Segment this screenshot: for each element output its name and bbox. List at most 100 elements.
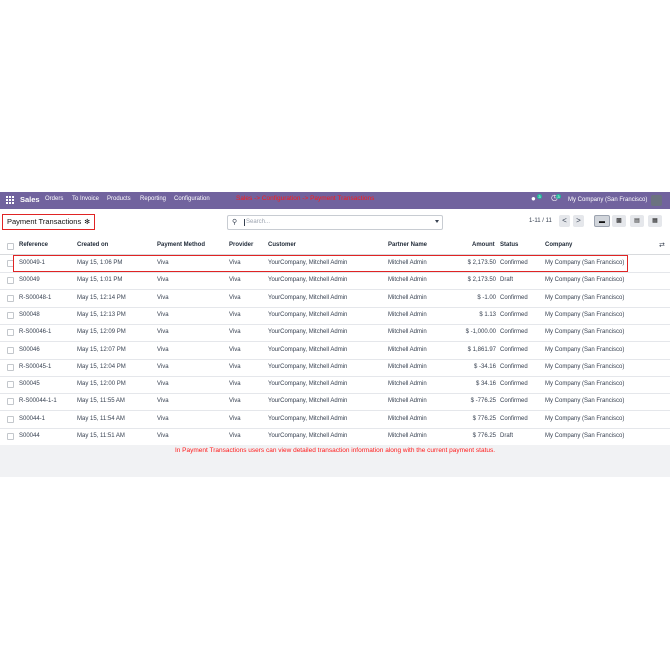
company-switcher[interactable]: My Company (San Francisco) bbox=[568, 197, 647, 203]
cell-partner-name: Mitchell Admin bbox=[388, 415, 427, 422]
row-checkbox[interactable] bbox=[7, 433, 14, 440]
table-row[interactable]: R-S00046-1 May 15, 12:09 PM Viva Viva YourCo… bbox=[0, 324, 670, 343]
menu-configuration[interactable]: Configuration bbox=[174, 196, 210, 202]
page-title: Payment Transactions bbox=[7, 217, 82, 226]
row-checkbox[interactable] bbox=[7, 277, 14, 285]
cell-company: My Company (San Francisco) bbox=[545, 294, 625, 301]
cell-provider: Viva bbox=[229, 398, 241, 405]
cell-partner-name: Mitchell Admin bbox=[388, 346, 427, 353]
cell-partner-name: Mitchell Admin bbox=[388, 294, 427, 301]
graph-view-icon[interactable]: ▤ bbox=[630, 215, 644, 227]
row-checkbox[interactable] bbox=[7, 415, 14, 423]
cell-company: My Company (San Francisco) bbox=[545, 329, 625, 336]
cell-status: Confirmed bbox=[500, 294, 528, 301]
cell-partner-name: Mitchell Admin bbox=[388, 329, 427, 336]
cell-created-on: May 15, 12:00 PM bbox=[77, 381, 126, 388]
cell-amount: $ 1.13 bbox=[479, 311, 496, 318]
pager-next-button[interactable]: > bbox=[573, 215, 584, 227]
col-reference[interactable]: Reference bbox=[19, 242, 48, 248]
cell-partner-name: Mitchell Admin bbox=[388, 363, 427, 370]
chat-icon[interactable]: ● bbox=[531, 194, 536, 203]
menu-products[interactable]: Products bbox=[107, 196, 131, 202]
table-row[interactable]: S00046 May 15, 12:07 PM Viva Viva YourCompan… bbox=[0, 342, 670, 360]
cell-amount: $ 776.25 bbox=[472, 415, 496, 422]
row-checkbox[interactable] bbox=[7, 398, 14, 406]
cell-provider: Viva bbox=[229, 415, 241, 422]
col-customer[interactable]: Customer bbox=[268, 242, 296, 248]
cell-payment-method: Viva bbox=[157, 363, 169, 370]
menu-reporting[interactable]: Reporting bbox=[140, 196, 166, 202]
cell-provider: Viva bbox=[229, 381, 241, 388]
col-created-on[interactable]: Created on bbox=[77, 242, 108, 248]
row-checkbox[interactable] bbox=[7, 363, 14, 371]
row-checkbox[interactable] bbox=[7, 329, 14, 337]
cell-amount: $ -1.00 bbox=[477, 294, 496, 301]
cell-customer: YourCompany, Mitchell Admin bbox=[268, 329, 348, 336]
col-payment-method[interactable]: Payment Method bbox=[157, 242, 205, 248]
menu-to-invoice[interactable]: To Invoice bbox=[72, 196, 99, 202]
cell-reference: R-S00046-1 bbox=[19, 329, 52, 336]
cell-company: My Company (San Francisco) bbox=[545, 277, 625, 284]
gear-icon[interactable]: ✻ bbox=[84, 219, 90, 226]
table-row[interactable]: S00045 May 15, 12:00 PM Viva Viva YourCompan… bbox=[0, 376, 670, 395]
table-row[interactable]: S00044-1 May 15, 11:54 AM Viva Viva YourComp… bbox=[0, 411, 670, 429]
table-row[interactable]: R-S00045-1 May 15, 12:04 PM Viva Viva YourCo… bbox=[0, 359, 670, 377]
search-input[interactable]: ⚲ Search... bbox=[227, 215, 443, 230]
cell-company: My Company (San Francisco) bbox=[545, 311, 625, 318]
col-status[interactable]: Status bbox=[500, 242, 518, 248]
cell-partner-name: Mitchell Admin bbox=[388, 381, 427, 388]
pivot-view-icon[interactable]: ▦ bbox=[648, 215, 662, 227]
cell-created-on: May 15, 12:13 PM bbox=[77, 311, 126, 318]
cell-status: Confirmed bbox=[500, 415, 528, 422]
cell-customer: YourCompany, Mitchell Admin bbox=[268, 363, 348, 370]
dropdown-caret-icon[interactable] bbox=[435, 220, 439, 223]
search-placeholder: Search... bbox=[244, 219, 271, 226]
table-row[interactable]: S00044 May 15, 11:51 AM Viva Viva YourCompan… bbox=[0, 428, 670, 446]
table-row[interactable]: S00049 May 15, 1:01 PM Viva Viva YourCompany… bbox=[0, 272, 670, 291]
cell-customer: YourCompany, Mitchell Admin bbox=[268, 346, 348, 353]
select-all-checkbox[interactable] bbox=[7, 243, 14, 250]
avatar[interactable] bbox=[651, 195, 662, 206]
cell-payment-method: Viva bbox=[157, 294, 169, 301]
cell-payment-method: Viva bbox=[157, 433, 169, 439]
cell-created-on: May 15, 11:54 AM bbox=[77, 415, 125, 422]
cell-payment-method: Viva bbox=[157, 329, 169, 336]
apps-grid-icon[interactable] bbox=[6, 196, 15, 205]
cell-status: Draft bbox=[500, 433, 514, 439]
cell-reference: S00045 bbox=[19, 381, 40, 388]
list-view-icon[interactable]: ▬ bbox=[594, 215, 610, 227]
pager-previous-button[interactable]: < bbox=[559, 215, 570, 227]
table-row[interactable]: R-S00044-1-1 May 15, 11:55 AM Viva Viva Your… bbox=[0, 393, 670, 412]
cell-status: Confirmed bbox=[500, 363, 528, 370]
menu-orders[interactable]: Orders bbox=[45, 196, 63, 202]
cell-customer: YourCompany, Mitchell Admin bbox=[268, 311, 348, 318]
col-partner-name[interactable]: Partner Name bbox=[388, 242, 427, 248]
table-row[interactable]: R-S00048-1 May 15, 12:14 PM Viva Viva YourCo… bbox=[0, 290, 670, 308]
row-checkbox[interactable] bbox=[7, 381, 14, 389]
row-checkbox[interactable] bbox=[7, 294, 14, 302]
pager-value[interactable]: 1-11 / 11 bbox=[529, 218, 552, 224]
col-provider[interactable]: Provider bbox=[229, 242, 253, 248]
row-checkbox[interactable] bbox=[7, 346, 14, 354]
optional-columns-icon[interactable]: ⇄ bbox=[659, 241, 665, 249]
breadcrumb: Payment Transactions ✻ bbox=[2, 214, 96, 230]
cell-created-on: May 15, 1:01 PM bbox=[77, 277, 123, 284]
row-checkbox[interactable] bbox=[7, 311, 14, 319]
caption-annotation: In Payment Transactions users can view d… bbox=[174, 447, 496, 454]
cell-provider: Viva bbox=[229, 294, 241, 301]
cell-created-on: May 15, 12:09 PM bbox=[77, 329, 126, 336]
cell-company: My Company (San Francisco) bbox=[545, 398, 625, 405]
cell-reference: R-S00045-1 bbox=[19, 363, 52, 370]
kanban-view-icon[interactable]: ▩ bbox=[612, 215, 626, 227]
cell-customer: YourCompany, Mitchell Admin bbox=[268, 415, 348, 422]
cell-amount: $ 776.25 bbox=[472, 433, 496, 439]
app-brand[interactable]: Sales bbox=[20, 195, 40, 204]
col-amount[interactable]: Amount bbox=[472, 242, 495, 248]
cell-payment-method: Viva bbox=[157, 381, 169, 388]
col-company[interactable]: Company bbox=[545, 242, 572, 248]
cell-amount: $ -776.25 bbox=[470, 398, 496, 405]
cell-created-on: May 15, 12:14 PM bbox=[77, 294, 126, 301]
cell-payment-method: Viva bbox=[157, 277, 169, 284]
cell-created-on: May 15, 11:51 AM bbox=[77, 433, 125, 439]
table-row[interactable]: S00048 May 15, 12:13 PM Viva Viva YourCompan… bbox=[0, 307, 670, 325]
